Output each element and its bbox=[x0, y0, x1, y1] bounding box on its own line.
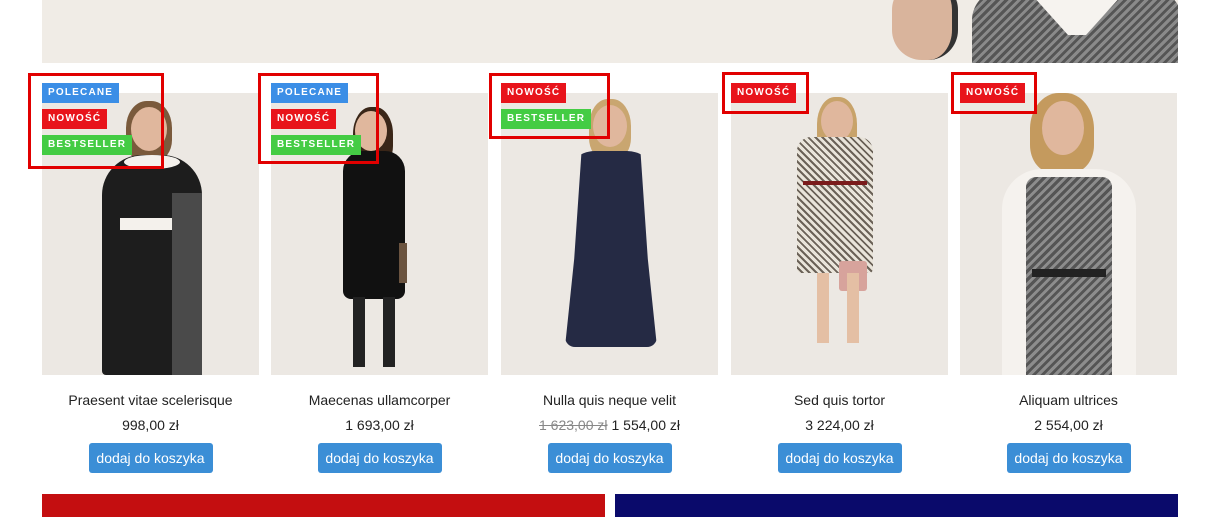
current-price: 3 224,00 zł bbox=[805, 417, 874, 433]
model-head bbox=[821, 101, 853, 141]
badge-nowosc: NOWOŚĆ bbox=[501, 83, 567, 103]
product-image[interactable] bbox=[731, 93, 948, 375]
current-price: 998,00 zł bbox=[122, 417, 179, 433]
product-price: 998,00 zł bbox=[42, 416, 259, 434]
product-image[interactable] bbox=[960, 93, 1177, 375]
current-price: 1 693,00 zł bbox=[345, 417, 414, 433]
add-to-cart-button[interactable]: dodaj do koszyka bbox=[547, 443, 672, 473]
product-name[interactable]: Praesent vitae scelerisque bbox=[42, 391, 259, 409]
product-card: NOWOŚĆ Sed quis tortor 3 224,00 zł dodaj… bbox=[731, 83, 948, 473]
add-to-cart-button[interactable]: dodaj do koszyka bbox=[317, 443, 442, 473]
add-to-cart-button[interactable]: dodaj do koszyka bbox=[88, 443, 213, 473]
product-price: 1 623,00 zł 1 554,00 zł bbox=[501, 416, 718, 434]
product-price: 3 224,00 zł bbox=[731, 416, 948, 434]
hero-banner-image[interactable] bbox=[42, 0, 1178, 63]
badge-group: NOWOŚĆ bbox=[731, 83, 797, 103]
product-price: 1 693,00 zł bbox=[271, 416, 488, 434]
model-leg bbox=[847, 273, 859, 343]
dress-collar bbox=[124, 155, 180, 169]
old-price: 1 623,00 zł bbox=[539, 417, 608, 433]
current-price: 1 554,00 zł bbox=[611, 417, 681, 433]
model-clutch bbox=[399, 243, 407, 283]
badge-nowosc: NOWOŚĆ bbox=[42, 109, 108, 129]
promo-banner-right[interactable] bbox=[615, 494, 1178, 517]
badge-nowosc: NOWOŚĆ bbox=[271, 109, 337, 129]
product-card: POLECANE NOWOŚĆ BESTSELLER Praesent vita… bbox=[42, 83, 259, 473]
model-leg bbox=[353, 297, 365, 367]
badge-nowosc: NOWOŚĆ bbox=[731, 83, 797, 103]
add-to-cart-button[interactable]: dodaj do koszyka bbox=[777, 443, 902, 473]
product-card: POLECANE NOWOŚĆ BESTSELLER Maecenas ulla… bbox=[271, 83, 488, 473]
current-price: 2 554,00 zł bbox=[1034, 417, 1103, 433]
model-dress bbox=[797, 137, 873, 273]
dress-belt bbox=[803, 181, 867, 185]
add-to-cart-button[interactable]: dodaj do koszyka bbox=[1006, 443, 1131, 473]
model-head bbox=[593, 105, 627, 147]
model-dress bbox=[343, 151, 405, 299]
badge-group: POLECANE NOWOŚĆ BESTSELLER bbox=[42, 83, 133, 155]
badge-group: NOWOŚĆ BESTSELLER bbox=[501, 83, 592, 129]
product-name[interactable]: Maecenas ullamcorper bbox=[271, 391, 488, 409]
model-dress bbox=[565, 151, 657, 347]
badge-polecane: POLECANE bbox=[42, 83, 120, 103]
dress-panel bbox=[172, 193, 202, 375]
model-leg bbox=[817, 273, 829, 343]
product-name[interactable]: Sed quis tortor bbox=[731, 391, 948, 409]
product-name[interactable]: Aliquam ultrices bbox=[960, 391, 1177, 409]
hero-arm-shape bbox=[892, 0, 958, 60]
model-head bbox=[131, 107, 167, 151]
product-name[interactable]: Nulla quis neque velit bbox=[501, 391, 718, 409]
badge-nowosc: NOWOŚĆ bbox=[960, 83, 1026, 103]
badge-bestseller: BESTSELLER bbox=[271, 135, 362, 155]
product-price: 2 554,00 zł bbox=[960, 416, 1177, 434]
badge-bestseller: BESTSELLER bbox=[501, 109, 592, 129]
product-image[interactable] bbox=[501, 93, 718, 375]
badge-group: POLECANE NOWOŚĆ BESTSELLER bbox=[271, 83, 362, 155]
product-card: NOWOŚĆ BESTSELLER Nulla quis neque velit… bbox=[501, 83, 718, 473]
badge-group: NOWOŚĆ bbox=[960, 83, 1026, 103]
promo-banner-left[interactable] bbox=[42, 494, 605, 517]
badge-bestseller: BESTSELLER bbox=[42, 135, 133, 155]
model-leg bbox=[383, 297, 395, 367]
dress-belt bbox=[1032, 269, 1106, 277]
product-card: NOWOŚĆ Aliquam ultrices 2 554,00 zł doda… bbox=[960, 83, 1177, 473]
model-head bbox=[1042, 101, 1084, 155]
badge-polecane: POLECANE bbox=[271, 83, 349, 103]
